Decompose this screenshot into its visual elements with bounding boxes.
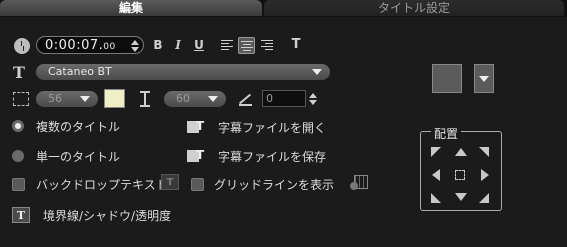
align-left-position-icon[interactable] xyxy=(432,169,444,181)
grid-settings-icon[interactable] xyxy=(350,173,370,191)
backdrop-text-label: バックドロップテキスト xyxy=(36,178,168,192)
open-subtitle-icon[interactable]: T xyxy=(187,119,207,135)
timecode-stepper[interactable] xyxy=(129,37,141,55)
clock-icon xyxy=(14,38,30,54)
placement-title: 配置 xyxy=(431,125,462,142)
line-spacing-dropdown[interactable]: 60 xyxy=(164,91,226,107)
underline-button[interactable]: U xyxy=(191,37,207,53)
open-subtitle-label[interactable]: 字幕ファイルを開く xyxy=(218,119,326,136)
chevron-down-icon xyxy=(80,96,90,102)
font-name: Cataneo BT xyxy=(48,65,112,78)
align-top-icon[interactable] xyxy=(455,148,467,160)
background-color-button[interactable] xyxy=(432,64,462,93)
line-spacing-value: 60 xyxy=(176,92,190,105)
border-shadow-label[interactable]: 境界線/シャドウ/透明度 xyxy=(43,207,171,224)
tab-title-settings[interactable]: タイトル設定 xyxy=(264,0,564,16)
align-bottom-left-icon[interactable] xyxy=(431,193,443,205)
angle-icon xyxy=(237,92,253,106)
align-top-right-icon[interactable] xyxy=(479,147,491,159)
color-dropdown-button[interactable] xyxy=(474,64,494,93)
angle-stepper[interactable] xyxy=(307,90,319,108)
align-left-button[interactable] xyxy=(219,37,236,54)
align-bottom-icon[interactable] xyxy=(455,193,467,205)
font-size-value: 56 xyxy=(48,92,62,105)
italic-button[interactable]: I xyxy=(170,37,186,53)
font-size-dropdown[interactable]: 56 xyxy=(36,91,98,107)
bold-button[interactable]: B xyxy=(150,37,166,53)
gridlines-checkbox[interactable] xyxy=(191,178,204,191)
chevron-down-icon xyxy=(208,96,218,102)
single-title-label: 単一のタイトル xyxy=(36,150,121,164)
line-spacing-icon xyxy=(138,91,152,107)
tab-edit[interactable]: 編集 xyxy=(0,0,262,16)
backdrop-text-checkbox[interactable] xyxy=(12,178,25,191)
multi-title-label: 複数のタイトル xyxy=(36,120,121,134)
vertical-text-button[interactable]: T xyxy=(288,37,304,53)
align-center-position-icon[interactable] xyxy=(455,170,467,182)
border-shadow-icon[interactable]: T xyxy=(12,207,30,223)
multi-title-radio[interactable] xyxy=(12,120,24,132)
align-top-left-icon[interactable] xyxy=(431,147,443,159)
save-subtitle-label[interactable]: 字幕ファイルを保存 xyxy=(218,148,326,165)
align-center-button[interactable] xyxy=(238,37,255,54)
align-right-position-icon[interactable] xyxy=(481,169,493,181)
font-size-icon xyxy=(13,92,29,106)
single-title-radio[interactable] xyxy=(12,150,24,162)
tab-bar: 編集 タイトル設定 xyxy=(0,0,567,17)
chevron-down-icon xyxy=(312,69,322,75)
align-right-button[interactable] xyxy=(258,37,275,54)
timecode-frames: 00 xyxy=(103,42,116,52)
align-bottom-right-icon[interactable] xyxy=(479,193,491,205)
font-icon: T xyxy=(13,63,25,82)
save-subtitle-icon[interactable]: T xyxy=(187,148,207,164)
duration-timecode-field[interactable]: 0:00:07.00 xyxy=(36,36,144,54)
angle-input[interactable]: 0 xyxy=(262,90,306,107)
font-dropdown[interactable]: Cataneo BT xyxy=(36,64,330,80)
backdrop-settings-icon[interactable]: T xyxy=(161,174,179,190)
gridlines-label: グリッドラインを表示 xyxy=(214,178,335,192)
text-color-swatch[interactable] xyxy=(104,89,125,108)
timecode-main: 0:00:07. xyxy=(45,38,104,53)
